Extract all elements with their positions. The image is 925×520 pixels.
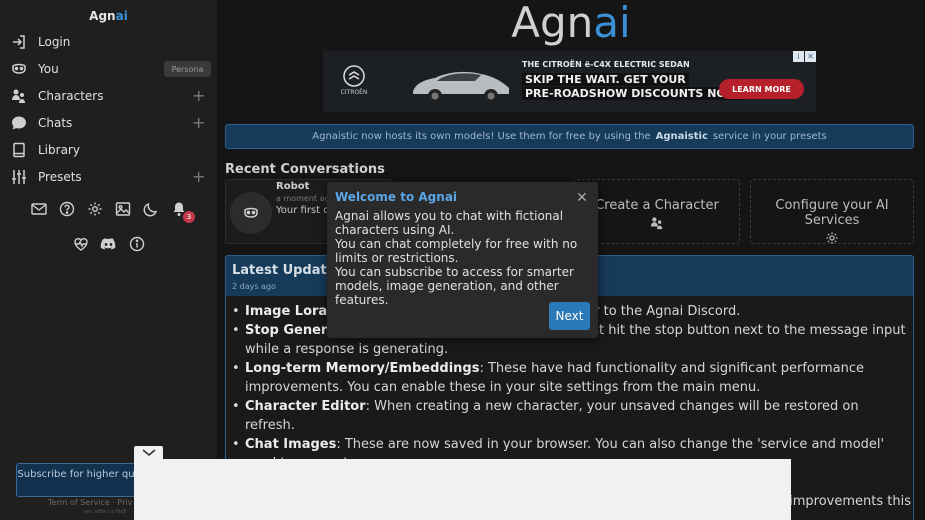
sidebar-item-you[interactable]: You Persona (0, 55, 217, 82)
recent-conversations-title: Recent Conversations (225, 162, 385, 177)
discord-icon[interactable] (100, 235, 117, 252)
ad-learn-more-button[interactable]: LEARN MORE (719, 79, 804, 99)
ad-line-1: SKIP THE WAIT. GET YOUR (522, 73, 689, 86)
mask-icon (244, 207, 258, 218)
mask-icon (11, 61, 27, 77)
sidebar-item-presets[interactable]: Presets + (0, 163, 217, 190)
avatar (230, 192, 272, 234)
sliders-icon (11, 169, 27, 185)
add-preset-plus-icon[interactable]: + (192, 168, 205, 185)
ad-line-2: PRE-ROADSHOW DISCOUNTS NOW. (522, 87, 745, 100)
info-icon[interactable] (128, 235, 145, 252)
chat-bubble-icon (11, 115, 27, 131)
gear-icon[interactable] (86, 200, 103, 217)
configure-ai-card[interactable]: Configure your AI Services (750, 179, 914, 244)
modal-body: Agnai allows you to chat with fictional … (335, 209, 593, 307)
citroen-logo: CITROËN (337, 65, 371, 96)
create-character-label: Create a Character (595, 198, 719, 213)
sidebar-item-label: Login (38, 34, 71, 49)
login-icon (11, 34, 27, 50)
ad-close-icon[interactable]: ✕ (805, 51, 816, 62)
modal-paragraph: You can chat completely for free with no… (335, 237, 578, 265)
ad-headline: THE CITROËN ë-C4X ELECTRIC SEDAN (522, 60, 690, 69)
sidebar-item-login[interactable]: Login (0, 28, 217, 55)
sidebar-item-label: Library (38, 142, 80, 157)
sidebar-item-library[interactable]: Library (0, 136, 217, 163)
heart-pulse-icon[interactable] (72, 235, 89, 252)
sidebar-item-chats[interactable]: Chats + (0, 109, 217, 136)
ad-banner[interactable]: CITROËN THE CITROËN ë-C4X ELECTRIC SEDAN… (323, 51, 816, 112)
car-image (413, 71, 509, 103)
close-icon[interactable]: ✕ (576, 191, 588, 205)
gear-icon (825, 231, 839, 245)
characters-icon (11, 88, 27, 104)
add-character-plus-icon[interactable]: + (192, 87, 205, 104)
next-button[interactable]: Next (549, 302, 590, 330)
image-icon[interactable] (114, 200, 131, 217)
list-item: Long-term Memory/Embeddings: These have … (232, 359, 911, 397)
sidebar-item-label: Chats (38, 115, 73, 130)
conversation-name: Robot (276, 181, 310, 192)
mail-icon[interactable] (30, 200, 47, 217)
sidebar-social-row (0, 235, 217, 252)
sidebar-icon-row: 3 (0, 200, 217, 223)
persona-tag[interactable]: Persona (164, 61, 211, 77)
collapse-ad-button[interactable] (134, 446, 163, 460)
add-chat-plus-icon[interactable]: + (192, 114, 205, 131)
notification-badge: 3 (183, 211, 195, 223)
sidebar-brand[interactable]: Agnai (0, 9, 217, 23)
book-icon (11, 142, 27, 158)
chevron-down-icon (141, 449, 156, 457)
conversation-time: a moment ago (276, 194, 335, 203)
welcome-modal: Welcome to Agnai ✕ Agnai allows you to c… (327, 182, 598, 338)
characters-icon (650, 216, 664, 230)
sidebar-item-label: You (38, 61, 59, 76)
version-text: ver. ef8a / a f9a5 (84, 509, 127, 515)
help-icon[interactable] (58, 200, 75, 217)
modal-paragraph: Agnai allows you to chat with fictional … (335, 209, 564, 237)
footer-links[interactable]: Term of Service · Priv (48, 498, 132, 507)
sidebar: Agnai Login You Persona Characters + Cha… (0, 0, 217, 520)
list-item: Character Editor: When creating a new ch… (232, 397, 911, 435)
agnai-logo: Agnai (511, 0, 631, 47)
create-character-card[interactable]: Create a Character (574, 179, 740, 244)
moon-icon[interactable] (142, 200, 159, 217)
modal-paragraph: You can subscribe to access for smarter … (335, 265, 574, 307)
announcement-banner: Agnaistic now hosts its own models! Use … (225, 124, 914, 149)
ad-choices[interactable]: i ✕ (793, 51, 816, 63)
sidebar-item-label: Presets (38, 169, 82, 184)
sidebar-item-label: Characters (38, 88, 104, 103)
bottom-ad-overlay[interactable] (134, 459, 791, 520)
modal-title: Welcome to Agnai (335, 190, 458, 204)
configure-ai-label: Configure your AI Services (775, 198, 889, 228)
bell-icon[interactable]: 3 (170, 200, 195, 223)
ad-info-icon[interactable]: i (793, 51, 804, 62)
sidebar-item-characters[interactable]: Characters + (0, 82, 217, 109)
